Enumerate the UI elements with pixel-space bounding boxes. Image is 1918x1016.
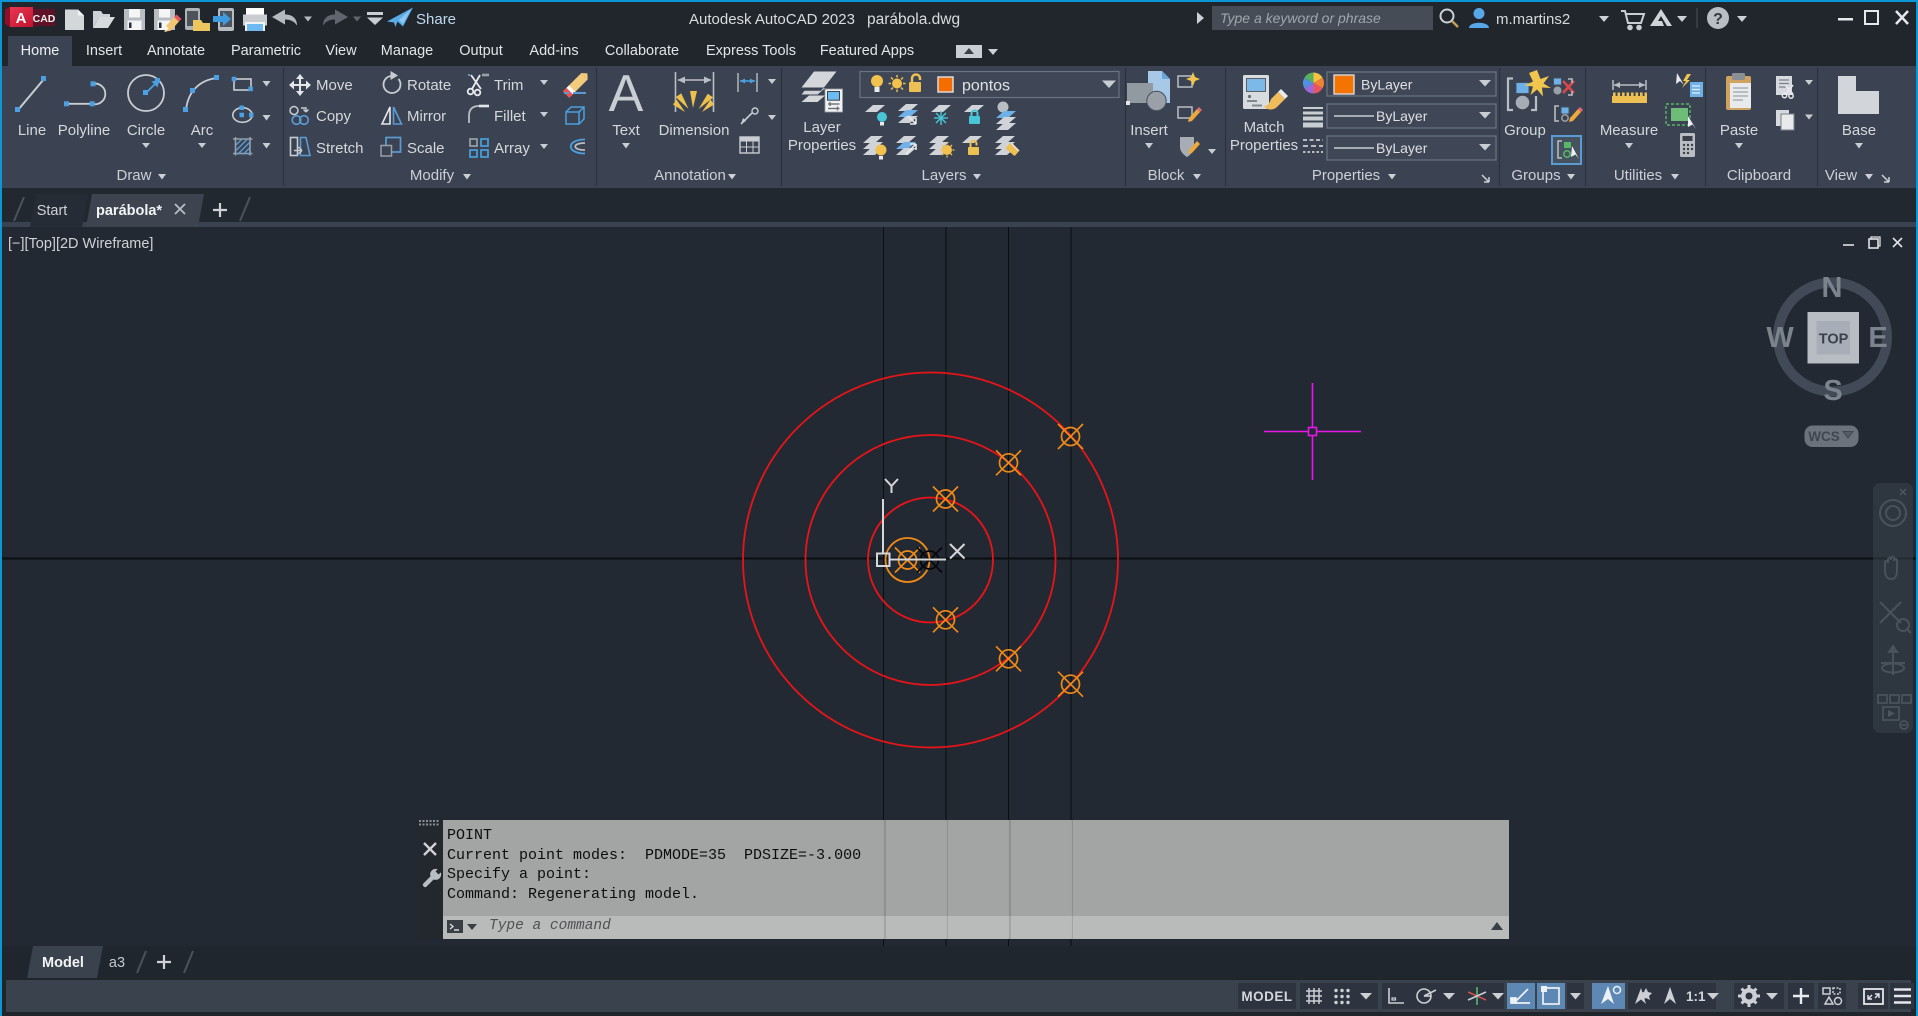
svg-text:Match: Match	[1244, 119, 1285, 136]
svg-text:Utilities: Utilities	[1614, 167, 1662, 184]
svg-text:Text: Text	[612, 122, 640, 139]
svg-text:Modify: Modify	[410, 167, 455, 184]
svg-text:Properties: Properties	[1230, 137, 1298, 154]
svg-text:Type a keyword or phrase: Type a keyword or phrase	[1220, 10, 1381, 26]
svg-text:Group: Group	[1504, 122, 1546, 139]
svg-text:MODEL: MODEL	[1241, 989, 1292, 1004]
svg-text:Scale: Scale	[407, 140, 445, 157]
svg-text:Dimension: Dimension	[659, 122, 730, 139]
svg-text:Model: Model	[42, 955, 84, 971]
svg-text:a3: a3	[109, 955, 125, 971]
svg-text:Draw: Draw	[116, 167, 151, 184]
svg-text:ByLayer: ByLayer	[1376, 108, 1428, 124]
svg-text:pontos: pontos	[962, 78, 1010, 95]
svg-text:Circle: Circle	[127, 122, 165, 139]
svg-text:?: ?	[1713, 11, 1723, 28]
svg-text:N: N	[1822, 272, 1843, 304]
svg-text:A: A	[16, 10, 27, 27]
svg-text:Insert: Insert	[1130, 122, 1168, 139]
svg-text:Polyline: Polyline	[58, 122, 111, 139]
svg-text:Mirror: Mirror	[407, 108, 446, 125]
svg-text:Share: Share	[416, 11, 456, 28]
svg-text:View: View	[1825, 167, 1857, 184]
svg-text:Groups: Groups	[1511, 167, 1560, 184]
svg-text:Annotation: Annotation	[654, 167, 726, 184]
svg-text:Start: Start	[37, 203, 68, 219]
svg-text:Properties: Properties	[788, 137, 856, 154]
svg-text:Clipboard: Clipboard	[1727, 167, 1791, 184]
svg-text:Move: Move	[316, 77, 353, 94]
svg-text:Block: Block	[1148, 167, 1185, 184]
svg-text:Array: Array	[494, 140, 530, 157]
svg-text:Copy: Copy	[316, 108, 352, 125]
svg-text:1:1: 1:1	[1686, 989, 1706, 1004]
svg-text:parábola.dwg: parábola.dwg	[867, 11, 960, 28]
svg-text:Layers: Layers	[921, 167, 966, 184]
svg-text:m.martins2: m.martins2	[1496, 11, 1570, 28]
svg-text:Fillet: Fillet	[494, 108, 527, 125]
svg-text:Base: Base	[1842, 122, 1876, 139]
svg-text:Line: Line	[18, 122, 46, 139]
svg-text:W: W	[1766, 322, 1794, 354]
svg-text:Paste: Paste	[1720, 122, 1758, 139]
svg-text:CAD: CAD	[33, 13, 56, 25]
svg-text:Arc: Arc	[191, 122, 214, 139]
svg-text:S: S	[1823, 375, 1842, 407]
svg-text:parábola*: parábola*	[96, 203, 162, 219]
svg-text:A: A	[609, 66, 644, 123]
svg-text:Layer: Layer	[803, 119, 841, 136]
svg-text:Stretch: Stretch	[316, 140, 364, 157]
svg-text:ByLayer: ByLayer	[1376, 140, 1428, 156]
svg-text:Measure: Measure	[1600, 122, 1658, 139]
svg-text:Trim: Trim	[494, 77, 523, 94]
svg-text:Properties: Properties	[1312, 167, 1380, 184]
svg-text:Rotate: Rotate	[407, 77, 451, 94]
svg-text:Autodesk AutoCAD 2023: Autodesk AutoCAD 2023	[689, 11, 855, 28]
svg-text:ByLayer: ByLayer	[1361, 77, 1413, 93]
svg-text:E: E	[1868, 322, 1887, 354]
svg-text:TOP: TOP	[1819, 332, 1849, 348]
svg-text:[−][Top][2D Wireframe]: [−][Top][2D Wireframe]	[8, 236, 153, 252]
svg-text:WCS: WCS	[1808, 429, 1840, 444]
